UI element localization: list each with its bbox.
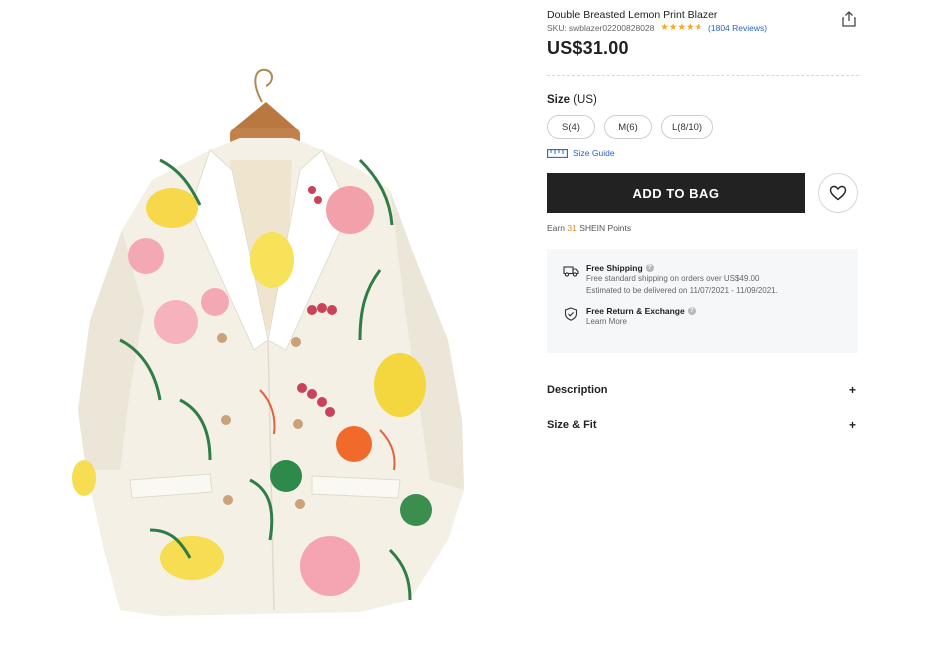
- description-label: Description: [547, 384, 608, 396]
- points-suffix: SHEIN Points: [579, 223, 632, 233]
- free-shipping-title-text: Free Shipping: [586, 263, 643, 273]
- free-return-row: Free Return & Exchange ? Learn More: [563, 306, 858, 328]
- points-prefix: Earn: [547, 223, 565, 233]
- points-note: Earn 31 SHEIN Points: [547, 223, 859, 233]
- expand-icon: +: [848, 418, 856, 432]
- size-option-m[interactable]: M(6): [604, 115, 652, 139]
- free-shipping-line1: Free standard shipping on orders over US…: [586, 274, 760, 283]
- free-shipping-title: Free Shipping ?: [586, 263, 778, 273]
- star-icon: ★: [685, 22, 695, 33]
- size-fit-label: Size & Fit: [547, 419, 597, 431]
- shipping-info-box: Free Shipping ? Free standard shipping o…: [547, 249, 858, 353]
- ruler-icon: [547, 148, 568, 158]
- sku-value: swblazer02200828028: [568, 23, 655, 33]
- half-star-icon: ★: [694, 22, 704, 33]
- free-shipping-row: Free Shipping ? Free standard shipping o…: [563, 263, 858, 297]
- details-accordion: Description + Size & Fit +: [547, 383, 858, 432]
- shield-check-icon: [564, 307, 578, 321]
- size-heading: Size (US): [547, 94, 859, 106]
- star-icon: ★: [668, 22, 678, 33]
- free-return-title-text: Free Return & Exchange: [586, 306, 685, 316]
- cta-row: ADD TO BAG: [547, 173, 859, 213]
- heart-icon: [829, 185, 847, 201]
- size-guide-label: Size Guide: [573, 148, 615, 158]
- divider: [547, 75, 859, 76]
- expand-icon: +: [848, 383, 856, 397]
- points-amount: 31: [567, 223, 577, 233]
- star-icon: ★: [677, 22, 686, 33]
- product-title: Double Breasted Lemon Print Blazer: [547, 9, 718, 21]
- product-price: US$31.00: [547, 38, 629, 58]
- question-icon[interactable]: ?: [645, 264, 654, 272]
- blazer-illustration: [72, 68, 464, 616]
- sku-label: SKU:: [547, 23, 567, 33]
- rating-stars[interactable]: ★ ★ ★ ★ ★: [660, 23, 703, 33]
- size-options: S(4) M(6) L(8/10): [547, 115, 859, 139]
- delivery-estimate: Estimated to be delivered on 11/07/2021 …: [586, 286, 778, 295]
- wishlist-button[interactable]: [818, 173, 858, 213]
- add-to-bag-button[interactable]: ADD TO BAG: [547, 173, 805, 213]
- star-icon: ★: [660, 22, 669, 33]
- accordion-description[interactable]: Description +: [547, 383, 858, 397]
- reviews-link[interactable]: (1804 Reviews): [708, 23, 767, 33]
- size-option-s[interactable]: S(4): [547, 115, 595, 139]
- sku-rating-row: SKU: swblazer02200828028 ★ ★ ★ ★ ★ (1804…: [547, 23, 859, 34]
- size-label: Size: [547, 94, 571, 106]
- size-option-l[interactable]: L(8/10): [661, 115, 714, 139]
- question-icon[interactable]: ?: [687, 307, 696, 315]
- accordion-size-fit[interactable]: Size & Fit +: [547, 418, 858, 432]
- size-unit: (US): [573, 94, 597, 106]
- learn-more-link[interactable]: Learn More: [586, 316, 696, 328]
- product-image: [60, 10, 480, 635]
- truck-icon: [563, 266, 579, 277]
- free-return-title: Free Return & Exchange ?: [586, 306, 696, 316]
- size-guide-link[interactable]: Size Guide: [547, 148, 859, 158]
- product-info: Double Breasted Lemon Print Blazer SKU: …: [547, 8, 859, 432]
